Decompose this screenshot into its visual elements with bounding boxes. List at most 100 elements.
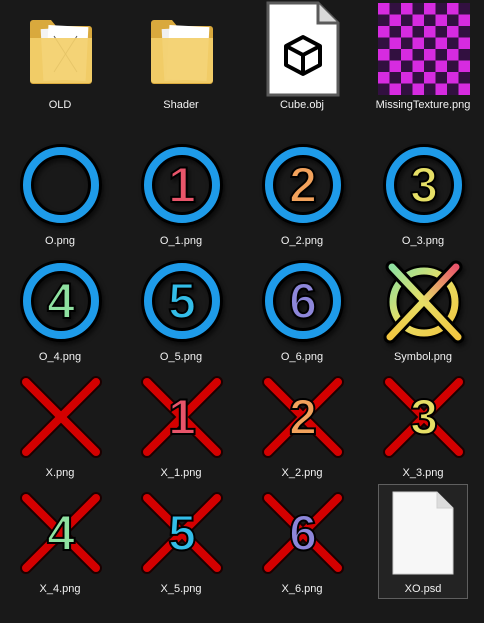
ring-thumbnail: 2 [243,137,363,233]
checker-cell [435,37,447,49]
checker-cell [458,14,470,26]
file-item-x[interactable]: X.png [0,368,120,485]
cross-thumbnail [1,369,121,465]
ring-thumbnail: 1 [122,137,242,233]
checker-cell [435,83,447,95]
checker-cell [412,72,424,84]
checker-cell [435,14,447,26]
checker-cell [412,83,424,95]
file-item-o-6[interactable]: 6 O_6.png [242,252,362,369]
checker-cell [389,49,401,61]
file-item-shader[interactable]: Shader [121,0,241,117]
file-item-symbol[interactable]: Symbol.png [363,252,483,369]
checker-cell [378,49,390,61]
blank-file-icon [379,485,467,581]
checker-cell [412,49,424,61]
checker-cell [389,14,401,26]
checker-cell [447,14,459,26]
file-item-o-2[interactable]: 2 O_2.png [242,136,362,253]
cross-thumbnail: 5 [122,485,242,581]
digit-glyph: 5 [168,505,196,561]
file-name-label: O_2.png [280,235,324,247]
file-item-xo-psd[interactable]: XO.psd [378,484,468,599]
checker-cell [378,14,390,26]
checker-cell [412,14,424,26]
file-name-label: X_4.png [39,583,81,595]
checker-cell [447,26,459,38]
file-item-x-5[interactable]: 5 X_5.png [121,484,241,601]
checkerboard-thumbnail [364,1,484,97]
cross-thumbnail: 1 [122,369,242,465]
checker-cell [389,60,401,72]
file-name-label: O_3.png [401,235,445,247]
checker-cell [447,60,459,72]
checker-cell [458,49,470,61]
checker-cell [401,83,413,95]
ring-thumbnail [1,137,121,233]
checker-cell [458,3,470,15]
checker-cell [401,49,413,61]
digit-glyph: 6 [289,273,317,329]
file-explorer-icon-view: OLD Shader Cube.obj MissingTexture.png O… [0,0,484,623]
file-item-o-4[interactable]: 4 O_4.png [0,252,120,369]
ring-thumbnail: 5 [122,253,242,349]
checker-cell [458,72,470,84]
file-name-label: O.png [45,235,75,247]
checker-cell [424,83,436,95]
file-item-x-1[interactable]: 1 X_1.png [121,368,241,485]
checker-cell [435,72,447,84]
checker-cell [447,49,459,61]
file-name-label: Cube.obj [279,99,325,111]
file-item-x-2[interactable]: 2 X_2.png [242,368,362,485]
file-item-x-4[interactable]: 4 X_4.png [0,484,120,601]
cross-thumbnail: 2 [243,369,363,465]
checker-cell [447,3,459,15]
checker-cell [401,60,413,72]
digit-glyph: 6 [289,505,317,561]
file-item-missing-texture[interactable]: MissingTexture.png [363,0,483,117]
checker-cell [435,60,447,72]
file-item-x-6[interactable]: 6 X_6.png [242,484,362,601]
checker-cell [458,60,470,72]
checker-cell [424,26,436,38]
checker-cell [412,37,424,49]
cross-thumbnail: 6 [243,485,363,581]
file-name-label: X_2.png [281,467,323,479]
checker-cell [435,26,447,38]
3d-object-icon [243,1,363,97]
checker-cell [389,83,401,95]
ring-thumbnail: 3 [364,137,484,233]
file-name-label: XO.psd [404,583,442,595]
file-name-label: X_1.png [160,467,202,479]
file-item-o[interactable]: O.png [0,136,120,253]
ring-thumbnail: 6 [243,253,363,349]
checker-cell [389,3,401,15]
file-item-o-3[interactable]: 3 O_3.png [363,136,483,253]
checker-cell [401,72,413,84]
checker-cell [401,26,413,38]
checker-cell [378,26,390,38]
checker-cell [401,37,413,49]
digit-glyph: 4 [47,505,75,561]
digit-glyph: 4 [47,273,75,329]
checker-cell [458,37,470,49]
symbol-thumbnail [364,253,484,349]
digit-glyph: 1 [168,389,196,445]
checker-cell [412,3,424,15]
file-item-old[interactable]: OLD [0,0,120,117]
checker-cell [389,72,401,84]
checker-cell [378,83,390,95]
checker-cell [447,37,459,49]
checker-cell [458,83,470,95]
file-item-x-3[interactable]: 3 X_3.png [363,368,483,485]
file-name-label: O_5.png [159,351,203,363]
digit-glyph: 1 [168,157,196,213]
checker-cell [389,26,401,38]
file-item-cube-obj[interactable]: Cube.obj [242,0,362,117]
file-item-o-5[interactable]: 5 O_5.png [121,252,241,369]
digit-glyph: 2 [289,157,317,213]
checker-cell [424,49,436,61]
checker-cell [378,72,390,84]
checker-cell [447,72,459,84]
file-item-o-1[interactable]: 1 O_1.png [121,136,241,253]
